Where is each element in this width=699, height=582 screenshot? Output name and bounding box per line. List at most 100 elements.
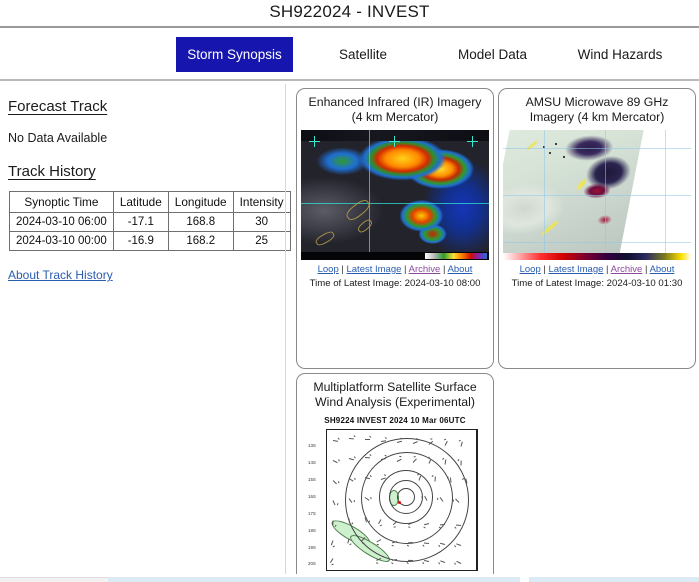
amsu-pixel	[555, 142, 557, 145]
amsu-grid-line	[544, 129, 546, 260]
mp-y-tick: 18S	[308, 527, 316, 533]
mp-wind-barb	[347, 538, 350, 544]
mp-wind-barb	[332, 500, 336, 505]
panel-ir-imagery: Enhanced Infrared (IR) Imagery (4 km Mer…	[296, 88, 494, 369]
tab-model-data-label: Model Data	[457, 47, 528, 62]
track-history-table: Synoptic Time Latitude Longitude Intensi…	[9, 191, 291, 251]
mp-wind-barb	[332, 520, 334, 526]
ir-gridpoint-marker	[467, 135, 478, 147]
ir-archive-link[interactable]: Archive	[409, 264, 441, 275]
ir-loop-link[interactable]: Loop	[318, 264, 339, 275]
page-title: SH922024 - INVEST	[269, 2, 430, 21]
mp-wind-barb	[365, 438, 370, 440]
col-intensity: Intensity	[232, 191, 291, 213]
ir-gridpoint-marker	[309, 135, 320, 147]
panel-amsu-imagery: AMSU Microwave 89 GHz Imagery (4 km Merc…	[498, 88, 696, 369]
ir-link-separator: |	[404, 263, 407, 275]
mp-wind-barb	[439, 523, 446, 526]
mp-wind-barb	[465, 478, 468, 484]
panel-multiplatform-title: Multiplatform Satellite Surface Wind Ana…	[313, 380, 477, 410]
panel-ir-title: Enhanced Infrared (IR) Imagery (4 km Mer…	[308, 95, 482, 125]
mp-plot-axes	[326, 428, 478, 571]
amsu-link-separator: |	[543, 263, 546, 275]
ir-colorbar-strip	[301, 251, 489, 260]
col-synoptic-time: Synoptic Time	[9, 191, 114, 213]
col-longitude: Longitude	[167, 191, 234, 213]
storm-synopsis-page: SH922024 - INVEST Storm Synopsis Satelli…	[0, 0, 699, 582]
ir-gridpoint-marker	[389, 135, 400, 147]
mp-wind-barb	[332, 439, 339, 442]
amsu-colorbar-strip	[503, 252, 691, 260]
amsu-grid-line	[503, 241, 691, 243]
mp-wind-barb	[332, 479, 337, 485]
mp-y-tick: 19S	[308, 544, 316, 550]
tab-storm-synopsis-label: Storm Synopsis	[187, 47, 282, 62]
mp-wind-barb	[348, 457, 354, 461]
mp-y-tick: 17S	[308, 510, 316, 516]
bottom-strip-left	[0, 577, 108, 582]
panel-multiplatform-subtitle: SH9224 INVEST 2024 10 Mar 06UTC	[324, 415, 466, 425]
amsu-grid-line	[503, 147, 691, 149]
mp-y-tick: 14S	[308, 459, 316, 465]
panel-amsu-links: Loop | Latest Image | Archive | About	[499, 264, 695, 277]
tab-model-data[interactable]: Model Data	[440, 37, 545, 72]
ir-about-link[interactable]: About	[448, 264, 473, 275]
mp-wind-barb	[348, 437, 355, 440]
tab-bar-divider	[0, 79, 699, 81]
table-header-row: Synoptic Time Latitude Longitude Intensi…	[9, 191, 291, 213]
mp-wind-barb	[423, 542, 430, 544]
panel-ir-links: Loop | Latest Image | Archive | About	[297, 264, 493, 277]
cell-intensity: 30	[232, 212, 291, 232]
amsu-loop-link[interactable]: Loop	[520, 264, 541, 275]
amsu-archive-link[interactable]: Archive	[611, 264, 643, 275]
amsu-about-link[interactable]: About	[650, 264, 675, 275]
amsu-satellite-image[interactable]	[503, 129, 691, 260]
mp-storm-center-marker	[398, 500, 401, 504]
forecast-track-heading: Forecast Track	[8, 98, 108, 115]
ir-link-separator: |	[442, 263, 446, 275]
ir-color-scale	[425, 252, 487, 259]
ir-satellite-image[interactable]	[301, 129, 489, 260]
amsu-pixel	[563, 155, 565, 158]
mp-wind-barb	[407, 541, 414, 544]
mp-wind-barb	[460, 441, 463, 447]
mp-y-tick: 20S	[308, 560, 316, 566]
ir-longitude-line	[368, 129, 370, 260]
cell-synoptic-time: 2024-03-10 06:00	[9, 212, 114, 232]
tab-wind-hazards-label: Wind Hazards	[577, 47, 663, 62]
multiplatform-wind-plot[interactable]: 13S 14S 15S 16S 17S 18S 19S 20S	[306, 426, 484, 573]
mp-wind-barb	[364, 456, 371, 459]
tab-satellite[interactable]: Satellite	[318, 37, 408, 72]
bottom-strip-right	[529, 577, 699, 582]
ir-latest-image-link[interactable]: Latest Image	[346, 264, 401, 275]
about-track-history-link[interactable]: About Track History	[8, 268, 113, 282]
amsu-link-separator: |	[606, 263, 609, 275]
amsu-link-separator: |	[644, 263, 648, 275]
amsu-grid-line	[664, 129, 666, 260]
mp-wind-barb	[407, 559, 414, 561]
cell-latitude: -16.9	[112, 231, 169, 251]
tab-wind-hazards[interactable]: Wind Hazards	[565, 37, 675, 72]
mp-wind-barb	[440, 560, 446, 563]
cell-intensity: 25	[232, 231, 291, 251]
panel-ir-image-wrap	[297, 129, 493, 260]
amsu-grid-line	[604, 129, 606, 260]
mp-wind-barb	[456, 543, 462, 546]
table-row: 2024-03-10 06:00 -17.1 168.8 30	[9, 212, 291, 232]
tab-storm-synopsis[interactable]: Storm Synopsis	[176, 37, 293, 72]
mp-wind-barb	[332, 459, 338, 463]
panel-amsu-title: AMSU Microwave 89 GHz Imagery (4 km Merc…	[525, 95, 669, 125]
bottom-strip	[0, 574, 699, 582]
ir-latest-image-time: Time of Latest Image: 2024-03-10 08:00	[309, 277, 481, 289]
mp-wind-barb	[424, 559, 430, 562]
mp-y-tick: 13S	[308, 442, 316, 448]
panel-multiplatform-wind: Multiplatform Satellite Surface Wind Ana…	[296, 373, 494, 582]
amsu-latest-image-time: Time of Latest Image: 2024-03-10 01:30	[511, 277, 683, 289]
ir-latitude-line	[301, 202, 489, 204]
amsu-latest-image-link[interactable]: Latest Image	[548, 264, 603, 275]
cell-longitude: 168.8	[167, 212, 234, 232]
mp-wind-barb	[329, 557, 334, 563]
mp-wind-barb	[456, 560, 462, 564]
ir-link-separator: |	[341, 263, 344, 275]
table-row: 2024-03-10 00:00 -16.9 168.2 25	[9, 231, 291, 251]
